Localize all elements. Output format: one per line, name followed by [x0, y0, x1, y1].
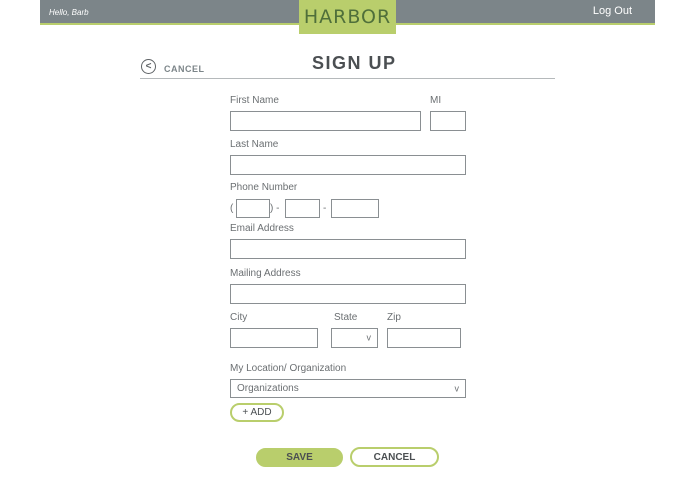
chevron-down-icon: v	[454, 383, 460, 393]
user-greeting: Hello, Barb	[49, 8, 89, 17]
email-field[interactable]	[230, 239, 466, 259]
phone-prefix-field[interactable]	[285, 199, 320, 218]
add-organization-button[interactable]: + ADD	[230, 403, 284, 422]
mi-label: MI	[430, 95, 442, 106]
page-title: SIGN UP	[312, 53, 397, 73]
title-divider	[140, 78, 555, 79]
zip-field[interactable]	[387, 328, 461, 348]
email-label: Email Address	[230, 223, 294, 234]
phone-close-paren: ) -	[270, 203, 280, 214]
last-name-label: Last Name	[230, 139, 279, 150]
city-field[interactable]	[230, 328, 318, 348]
organization-selected-value: Organizations	[237, 383, 299, 394]
city-label: City	[230, 312, 248, 323]
logout-link[interactable]: Log Out	[593, 5, 632, 17]
organization-select[interactable]: Organizations v	[230, 379, 466, 398]
state-label: State	[334, 312, 358, 323]
phone-label: Phone Number	[230, 182, 298, 193]
last-name-field[interactable]	[230, 155, 466, 175]
harbor-logo: HARBOR	[299, 0, 396, 34]
phone-open-paren: (	[230, 203, 234, 214]
mailing-address-label: Mailing Address	[230, 268, 301, 279]
mi-field[interactable]	[430, 111, 466, 131]
cancel-link[interactable]: CANCEL	[164, 64, 205, 74]
zip-label: Zip	[387, 312, 401, 323]
phone-dash: -	[323, 203, 327, 214]
chevron-down-icon: v	[366, 332, 372, 343]
cancel-button[interactable]: CANCEL	[350, 447, 439, 467]
state-select[interactable]: v	[331, 328, 378, 348]
location-label: My Location/ Organization	[230, 363, 347, 374]
first-name-field[interactable]	[230, 111, 421, 131]
mailing-address-field[interactable]	[230, 284, 466, 304]
back-arrow-icon[interactable]: <	[141, 59, 156, 74]
phone-line-field[interactable]	[331, 199, 379, 218]
first-name-label: First Name	[230, 95, 279, 106]
save-button[interactable]: SAVE	[256, 448, 343, 467]
phone-area-code-field[interactable]	[236, 199, 270, 218]
